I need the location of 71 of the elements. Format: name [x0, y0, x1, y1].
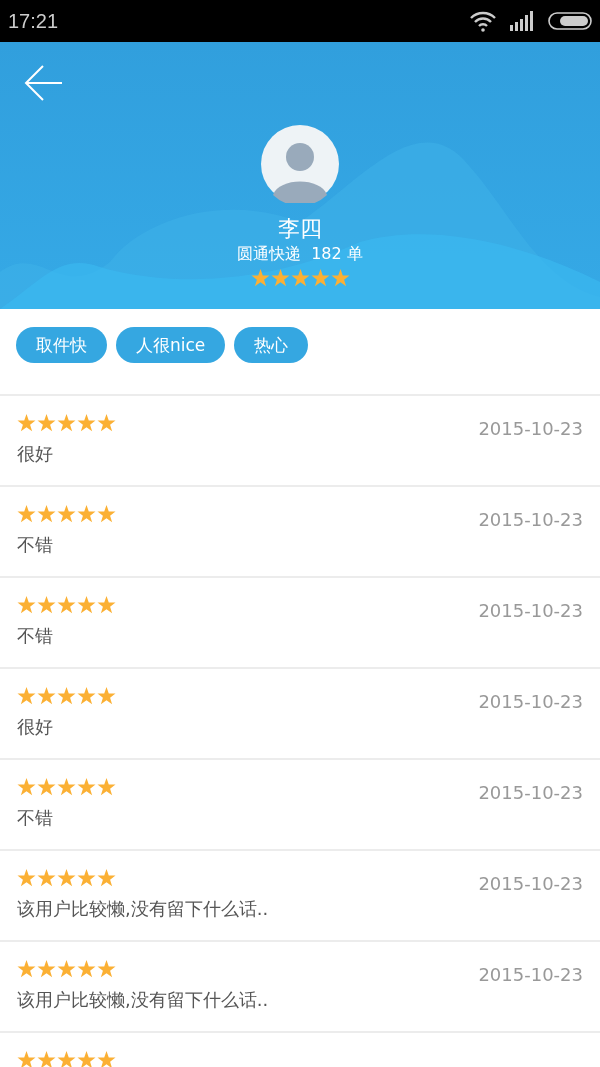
tag-chip: 取件快 — [16, 327, 107, 363]
star-icon — [17, 778, 36, 796]
star-icon — [97, 414, 116, 432]
review-comment: 很好 — [17, 715, 54, 739]
review-comment: 不错 — [17, 533, 54, 557]
star-icon — [37, 505, 56, 523]
star-icon — [97, 960, 116, 978]
avatar-silhouette-icon — [261, 125, 339, 203]
star-icon — [57, 596, 76, 614]
review-date: 2015-10-23 — [478, 691, 583, 713]
review-comment: 不错 — [17, 624, 54, 648]
star-icon — [97, 869, 116, 887]
star-icon — [270, 269, 290, 287]
star-icon — [77, 778, 96, 796]
company-name: 圆通快递 — [237, 243, 302, 265]
star-icon — [77, 960, 96, 978]
star-icon — [37, 414, 56, 432]
star-icon — [97, 596, 116, 614]
wifi-icon — [470, 10, 496, 32]
star-icon — [17, 505, 36, 523]
review-date: 2015-10-23 — [478, 418, 583, 440]
star-icon — [37, 1051, 56, 1067]
star-icon — [77, 596, 96, 614]
order-count: 182 单 — [311, 243, 363, 265]
star-icon — [17, 1051, 36, 1067]
star-icon — [57, 778, 76, 796]
star-icon — [17, 596, 36, 614]
courier-name: 李四 — [278, 215, 322, 243]
review-date: 2015-10-23 — [478, 873, 583, 895]
back-arrow-icon — [24, 64, 64, 102]
star-icon — [77, 1051, 96, 1067]
battery-icon — [548, 12, 592, 30]
review-date: 2015-10-23 — [478, 509, 583, 531]
review-comment: 该用户比较懒,没有留下什么话.. — [17, 988, 270, 1012]
review-date: 2015-10-23 — [478, 964, 583, 986]
star-icon — [330, 269, 350, 287]
signal-icon — [510, 11, 534, 31]
star-icon — [17, 960, 36, 978]
review-comment: 不错 — [17, 806, 54, 830]
star-icon — [97, 505, 116, 523]
star-icon — [57, 687, 76, 705]
star-icon — [17, 687, 36, 705]
star-icon — [37, 687, 56, 705]
star-icon — [37, 596, 56, 614]
tag-chip: 人很nice — [116, 327, 226, 363]
star-icon — [77, 869, 96, 887]
review-date: 2015-10-23 — [478, 600, 583, 622]
star-icon — [37, 960, 56, 978]
review-date: 2015-10-23 — [478, 782, 583, 804]
star-icon — [37, 869, 56, 887]
star-icon — [77, 687, 96, 705]
star-icon — [250, 269, 270, 287]
star-icon — [97, 778, 116, 796]
review-comment: 很好 — [17, 442, 54, 466]
review-comment: 该用户比较懒,没有留下什么话.. — [17, 897, 270, 921]
status-time: 17:21 — [8, 9, 59, 33]
star-icon — [290, 269, 310, 287]
star-icon — [77, 505, 96, 523]
star-icon — [57, 960, 76, 978]
star-icon — [57, 1051, 76, 1067]
star-icon — [77, 414, 96, 432]
star-icon — [37, 778, 56, 796]
star-icon — [57, 505, 76, 523]
star-icon — [97, 687, 116, 705]
star-icon — [310, 269, 330, 287]
tag-chip: 热心 — [234, 327, 309, 363]
star-icon — [17, 869, 36, 887]
star-icon — [57, 869, 76, 887]
star-icon — [17, 414, 36, 432]
star-icon — [97, 1051, 116, 1067]
star-icon — [57, 414, 76, 432]
